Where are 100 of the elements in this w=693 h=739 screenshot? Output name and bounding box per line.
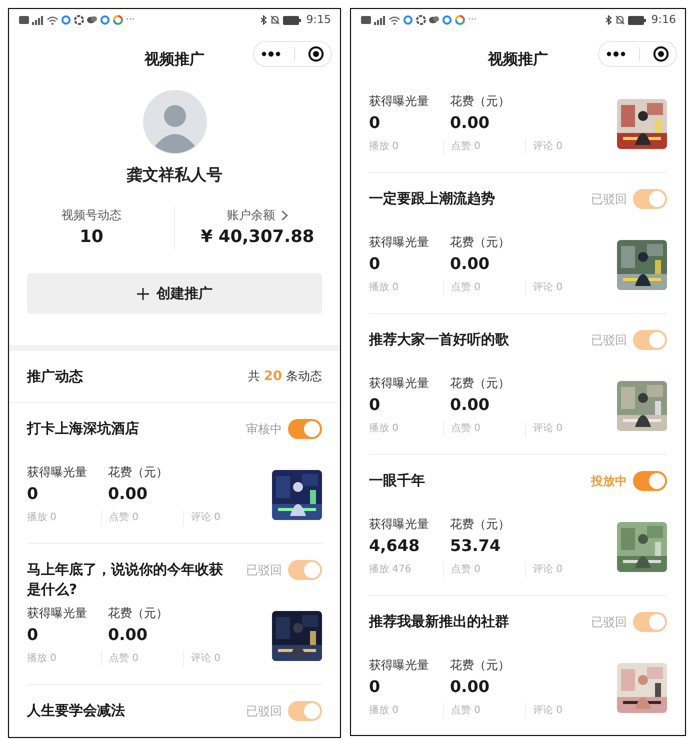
stat-count: 评论 0: [533, 281, 563, 295]
post-title[interactable]: 人生要学会减法: [27, 701, 227, 721]
metric-value: 0: [27, 483, 40, 505]
metric-label: 获得曝光量: [27, 464, 88, 480]
status-label: 已驳回: [591, 332, 627, 348]
avatar: [142, 90, 206, 154]
stat-count: 点赞 0: [451, 281, 481, 295]
stat-count: 点赞 0: [451, 704, 481, 718]
stat-count: 播放 0: [27, 511, 57, 525]
ring-icon: [100, 15, 110, 25]
metric-label: 花费（元）: [108, 605, 169, 621]
metric-label: 获得曝光量: [369, 516, 430, 532]
stat-count: 播放 0: [27, 652, 57, 666]
post-title[interactable]: 一眼千年: [369, 471, 569, 491]
stat-count: 播放 0: [369, 140, 399, 154]
more-icon[interactable]: [606, 51, 626, 57]
post-title[interactable]: 推荐大家一首好听的歌: [369, 330, 569, 350]
battery-icon: [283, 16, 302, 24]
bluetooth-icon: [605, 15, 612, 25]
status-label: 已驳回: [591, 191, 627, 207]
metric-label: 花费（元）: [450, 657, 511, 673]
stat-label: 账户余额: [227, 207, 275, 224]
ring-icon: [455, 15, 465, 25]
wifi-icon: [47, 16, 58, 24]
ring-icon: [61, 15, 71, 25]
ring-icon: [403, 15, 413, 25]
stat-value: ¥ 40,307.88: [200, 226, 314, 249]
metric-label: 花费（元）: [108, 464, 169, 480]
metric-label: 花费（元）: [450, 234, 511, 250]
metric-label: 获得曝光量: [369, 93, 430, 109]
stat-count: 评论 0: [533, 140, 563, 154]
stat-count: 评论 0: [533, 422, 563, 436]
count-label: 共: [248, 368, 260, 385]
metric-label: 获得曝光量: [27, 605, 88, 621]
post-title[interactable]: 一定要跟上潮流趋势: [369, 189, 569, 209]
status-label: 已驳回: [591, 614, 627, 630]
ring-icon: [113, 15, 123, 25]
metric-value: 4,648: [369, 535, 421, 557]
chat-icon: [429, 15, 439, 25]
stat-count: 播放 476: [369, 563, 412, 577]
post-title[interactable]: 马上年底了，说说你的今年收获是什么?: [27, 560, 227, 600]
metric-label: 花费（元）: [450, 516, 511, 532]
stat-count: 点赞 0: [451, 422, 481, 436]
page-title: 视频推广: [488, 49, 548, 69]
metric-value: 0: [369, 394, 382, 416]
stat-count: 点赞 0: [451, 563, 481, 577]
metric-value: 0: [369, 676, 382, 698]
more-icon[interactable]: [260, 51, 281, 57]
metric-value: 0.00: [450, 676, 490, 698]
metric-value: 0.00: [450, 112, 490, 134]
status-time: 9:15: [306, 14, 331, 26]
mute-icon: [270, 15, 280, 25]
plus-icon: [136, 288, 148, 300]
create-promotion-button[interactable]: 创建推广: [27, 273, 322, 314]
metric-value: 0: [369, 112, 382, 134]
mute-icon: [615, 15, 626, 25]
page-title: 视频推广: [144, 49, 204, 69]
stat-count: 播放 0: [369, 281, 399, 295]
metric-value: 53.74: [450, 535, 502, 557]
more-notifications: ···: [468, 15, 477, 25]
post-count: 20: [264, 369, 282, 384]
status-label: 已驳回: [246, 562, 282, 578]
chevron-right-icon[interactable]: [281, 210, 288, 220]
metric-value: 0.00: [450, 394, 490, 416]
stat-count: 点赞 0: [109, 511, 139, 525]
signal-icon: [374, 16, 386, 24]
bluetooth-icon: [260, 15, 268, 25]
account-name: 龚文祥私人号: [126, 164, 222, 186]
metric-value: 0.00: [108, 483, 148, 505]
battery-icon: [628, 16, 646, 24]
metric-value: 0.00: [108, 624, 148, 646]
post-title[interactable]: 打卡上海深坑酒店: [27, 419, 227, 439]
metric-label: 获得曝光量: [369, 657, 430, 673]
toggle-switch[interactable]: [633, 471, 667, 491]
metric-label: 获得曝光量: [369, 234, 430, 250]
signal-icon: [32, 16, 44, 24]
status-label: 已驳回: [246, 703, 282, 719]
stat-count: 评论 0: [191, 511, 221, 525]
metric-label: 花费（元）: [450, 375, 511, 391]
metric-value: 0: [369, 253, 382, 275]
ring-icon: [442, 15, 452, 25]
metric-value: 0.00: [450, 253, 490, 275]
stat-count: 评论 0: [533, 563, 563, 577]
status-label: 审核中: [246, 421, 282, 437]
stat-count: 评论 0: [191, 652, 221, 666]
metric-label: 花费（元）: [450, 93, 511, 109]
stat-count: 评论 0: [533, 704, 563, 718]
more-notifications: ···: [126, 15, 135, 25]
post-title[interactable]: 推荐我最新推出的社群: [369, 612, 569, 632]
stat-count: 点赞 0: [109, 652, 139, 666]
stat-label: 视频号动态: [62, 207, 122, 224]
wifi-icon: [389, 16, 400, 24]
metric-value: 0: [27, 624, 40, 646]
toggle-switch[interactable]: [288, 419, 322, 439]
metric-label: 获得曝光量: [369, 375, 430, 391]
status-label: 投放中: [591, 473, 627, 489]
chat-icon: [87, 15, 97, 25]
section-title: 推广动态: [27, 368, 83, 386]
stat-count: 播放 0: [369, 704, 399, 718]
stat-value: 10: [80, 226, 104, 249]
